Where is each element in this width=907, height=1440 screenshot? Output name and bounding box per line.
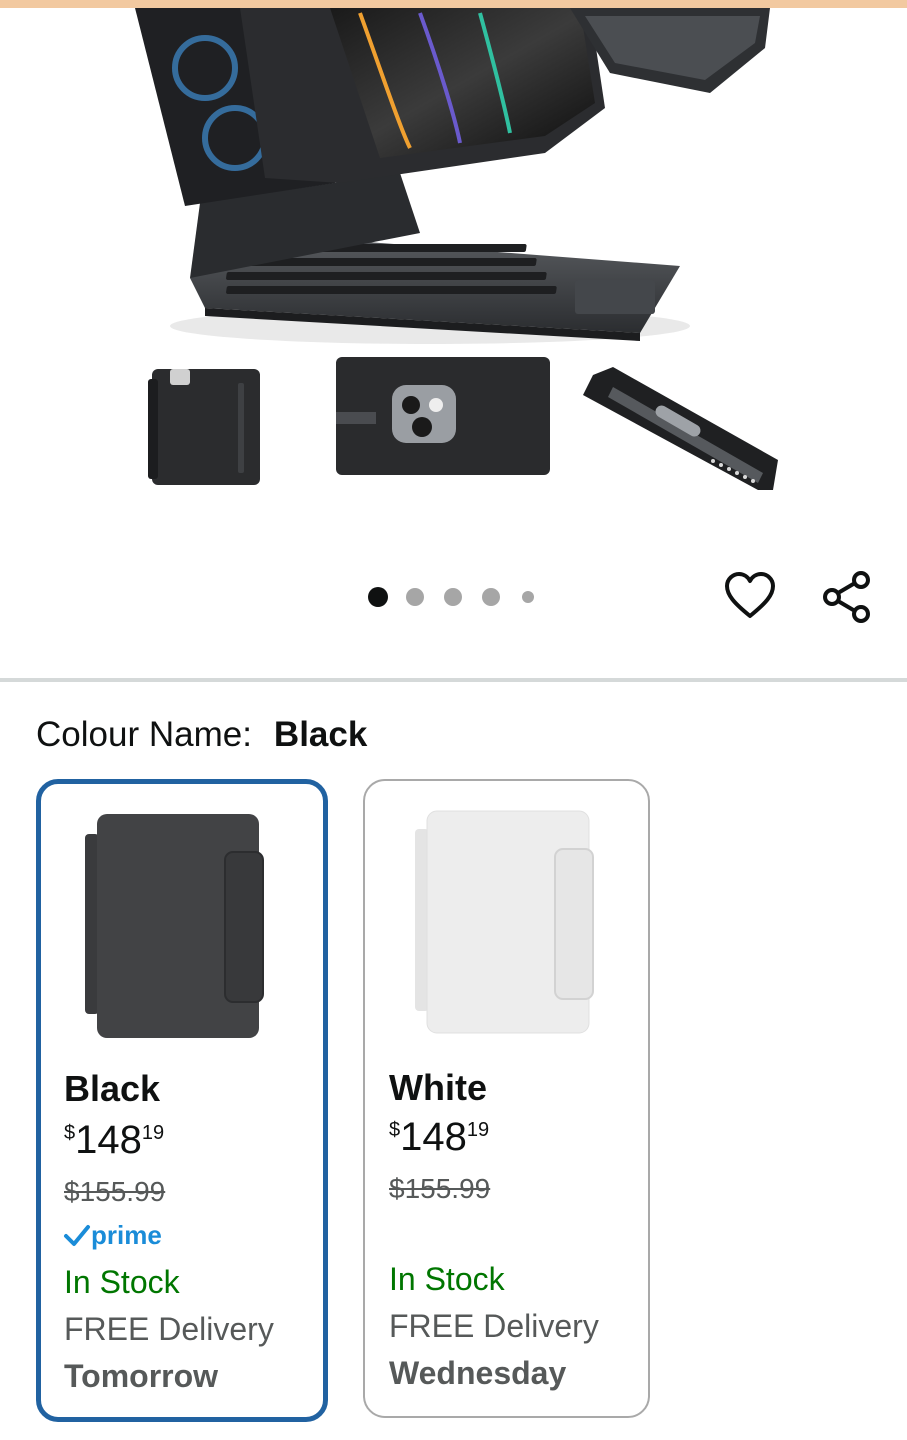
carousel-dot-1[interactable]: [368, 587, 388, 607]
carousel-dot-3[interactable]: [444, 588, 462, 606]
share-icon: [823, 571, 870, 623]
option-name: White: [389, 1067, 487, 1108]
colour-name-label: Colour Name:: [36, 715, 252, 754]
top-strip: [0, 0, 907, 8]
carousel-dot-4[interactable]: [482, 588, 500, 606]
black-case-image: [85, 814, 264, 1038]
option-delivery: FREE Delivery: [64, 1311, 274, 1347]
carousel-dot-5[interactable]: [522, 591, 534, 603]
carousel-indicator[interactable]: [360, 586, 550, 608]
share-button[interactable]: [818, 568, 876, 626]
thumbnail-strip: [0, 355, 907, 495]
option-stock-status: In Stock: [64, 1264, 180, 1300]
wishlist-button[interactable]: [722, 568, 778, 624]
option-delivery: FREE Delivery: [389, 1308, 599, 1344]
option-delivery-day: Tomorrow: [64, 1358, 219, 1394]
case-edge-thumbnail[interactable]: [583, 365, 778, 493]
colour-name-value: Black: [273, 715, 368, 754]
option-stock-status: In Stock: [389, 1261, 505, 1297]
product-hero-image[interactable]: [0, 8, 907, 353]
option-delivery-day: Wednesday: [389, 1355, 567, 1391]
white-case-image: [415, 810, 594, 1034]
heart-icon: [725, 572, 775, 618]
carousel-dot-2[interactable]: [406, 588, 424, 606]
camera-cutout-thumbnail[interactable]: [336, 357, 550, 475]
colour-name-row: Colour Name: Black: [36, 715, 367, 755]
prime-badge: prime: [63, 1220, 162, 1251]
option-price: $14819: [389, 1115, 490, 1159]
check-icon: [64, 1224, 90, 1246]
option-price: $14819: [64, 1118, 165, 1162]
colour-option-black[interactable]: Black $14819 $155.99 prime In Stock FREE…: [36, 779, 328, 1422]
case-back-thumbnail[interactable]: [148, 363, 263, 488]
section-divider: [0, 678, 907, 682]
colour-option-white[interactable]: White $14819 $155.99 In Stock FREE Deliv…: [363, 779, 650, 1418]
option-list-price: $155.99: [389, 1173, 491, 1204]
option-list-price: $155.99: [64, 1176, 166, 1207]
option-name: Black: [64, 1068, 161, 1109]
